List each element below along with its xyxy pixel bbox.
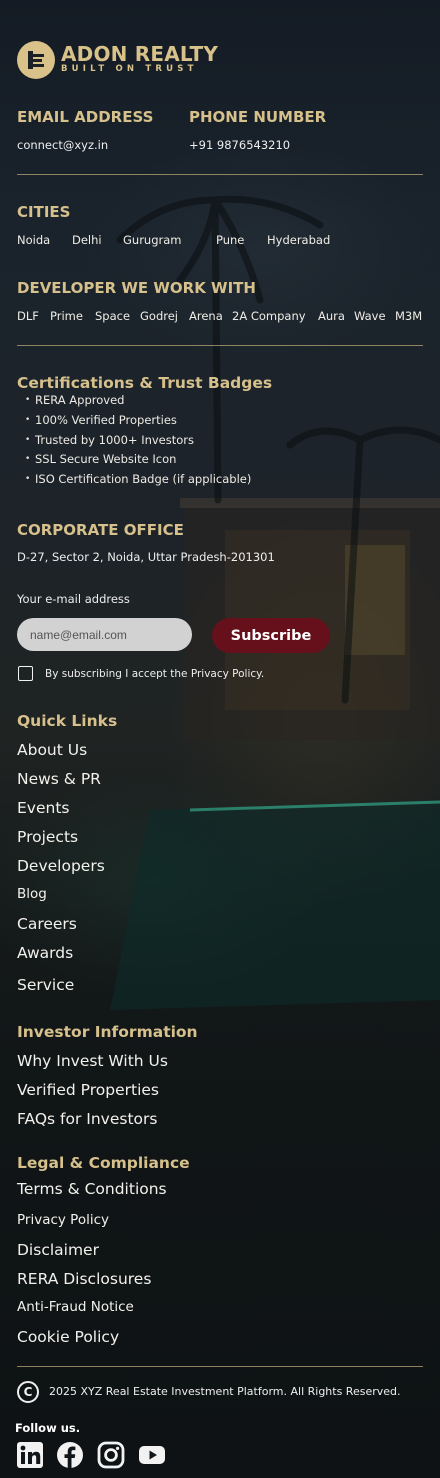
- copyright-text: 2025 XYZ Real Estate Investment Platform…: [49, 1385, 401, 1398]
- quick-link-projects[interactable]: Projects: [17, 828, 78, 846]
- quick-links-heading: Quick Links: [17, 712, 118, 730]
- legal-link-disclaimer[interactable]: Disclaimer: [17, 1241, 99, 1259]
- city-link[interactable]: Gurugram: [123, 233, 182, 247]
- developer-link[interactable]: Aura: [318, 309, 345, 323]
- instagram-icon[interactable]: [97, 1441, 125, 1469]
- quick-link-blog[interactable]: Blog: [17, 886, 47, 902]
- developer-link[interactable]: Prime: [50, 309, 83, 323]
- newsletter-email-input[interactable]: [17, 618, 192, 651]
- privacy-consent-checkbox[interactable]: [18, 666, 33, 681]
- phone-heading: PHONE NUMBER: [189, 108, 327, 126]
- developer-link[interactable]: Space: [95, 309, 130, 323]
- developer-link[interactable]: 2A Company: [232, 309, 306, 323]
- logo-icon: [28, 51, 44, 69]
- copyright-icon: C: [17, 1381, 39, 1403]
- investor-heading: Investor Information: [17, 1023, 198, 1041]
- legal-link-terms[interactable]: Terms & Conditions: [17, 1180, 167, 1198]
- certifications-list: RERA Approved 100% Verified Properties T…: [25, 392, 251, 491]
- divider: [17, 174, 423, 175]
- newsletter-label: Your e-mail address: [17, 592, 130, 606]
- developer-link[interactable]: DLF: [17, 309, 39, 323]
- city-link[interactable]: Hyderabad: [267, 233, 330, 247]
- certification-item: RERA Approved: [25, 392, 251, 412]
- privacy-consent-label: By subscribing I accept the Privacy Poli…: [45, 668, 265, 680]
- certification-item: Trusted by 1000+ Investors: [25, 432, 251, 452]
- legal-link-cookie[interactable]: Cookie Policy: [17, 1328, 119, 1346]
- developer-link[interactable]: M3M: [395, 309, 422, 323]
- quick-link-service[interactable]: Service: [17, 976, 74, 994]
- investor-link-faqs[interactable]: FAQs for Investors: [17, 1110, 157, 1128]
- quick-link-careers[interactable]: Careers: [17, 915, 77, 933]
- legal-link-rera[interactable]: RERA Disclosures: [17, 1270, 151, 1288]
- investor-link-verified[interactable]: Verified Properties: [17, 1081, 159, 1099]
- investor-link-why-invest[interactable]: Why Invest With Us: [17, 1052, 168, 1070]
- quick-link-news[interactable]: News & PR: [17, 770, 101, 788]
- divider: [17, 345, 423, 346]
- certifications-heading: Certifications & Trust Badges: [17, 374, 273, 392]
- certification-item: 100% Verified Properties: [25, 412, 251, 432]
- legal-link-anti-fraud[interactable]: Anti-Fraud Notice: [17, 1299, 134, 1315]
- developer-link[interactable]: Wave: [354, 309, 386, 323]
- city-link[interactable]: Pune: [216, 233, 244, 247]
- cities-heading: CITIES: [17, 203, 71, 221]
- subscribe-button[interactable]: Subscribe: [212, 618, 330, 653]
- brand-tagline: BUILT ON TRUST: [61, 64, 198, 74]
- facebook-icon[interactable]: [56, 1441, 84, 1469]
- quick-link-events[interactable]: Events: [17, 799, 69, 817]
- quick-link-awards[interactable]: Awards: [17, 944, 73, 962]
- legal-link-privacy[interactable]: Privacy Policy: [17, 1212, 109, 1228]
- youtube-icon[interactable]: [138, 1441, 166, 1469]
- developer-link[interactable]: Arena: [189, 309, 223, 323]
- office-address: D-27, Sector 2, Noida, Uttar Pradesh-201…: [17, 550, 275, 564]
- certification-item: SSL Secure Website Icon: [25, 451, 251, 471]
- office-heading: CORPORATE OFFICE: [17, 521, 184, 539]
- legal-heading: Legal & Compliance: [17, 1154, 190, 1172]
- developers-heading: DEVELOPER WE WORK WITH: [17, 279, 256, 297]
- email-heading: EMAIL ADDRESS: [17, 108, 154, 126]
- linkedin-icon[interactable]: [16, 1441, 44, 1469]
- phone-link[interactable]: +91 9876543210: [189, 138, 290, 152]
- city-link[interactable]: Delhi: [72, 233, 102, 247]
- logo-mark[interactable]: [17, 41, 55, 79]
- certification-item: ISO Certification Badge (if applicable): [25, 471, 251, 491]
- email-link[interactable]: connect@xyz.in: [17, 138, 108, 152]
- brand-name[interactable]: ADON REALTY: [61, 42, 218, 66]
- follow-label: Follow us.: [15, 1421, 81, 1435]
- quick-link-developers[interactable]: Developers: [17, 857, 105, 875]
- city-link[interactable]: Noida: [17, 233, 50, 247]
- developer-link[interactable]: Godrej: [140, 309, 178, 323]
- divider: [17, 1366, 423, 1367]
- quick-link-about[interactable]: About Us: [17, 741, 87, 759]
